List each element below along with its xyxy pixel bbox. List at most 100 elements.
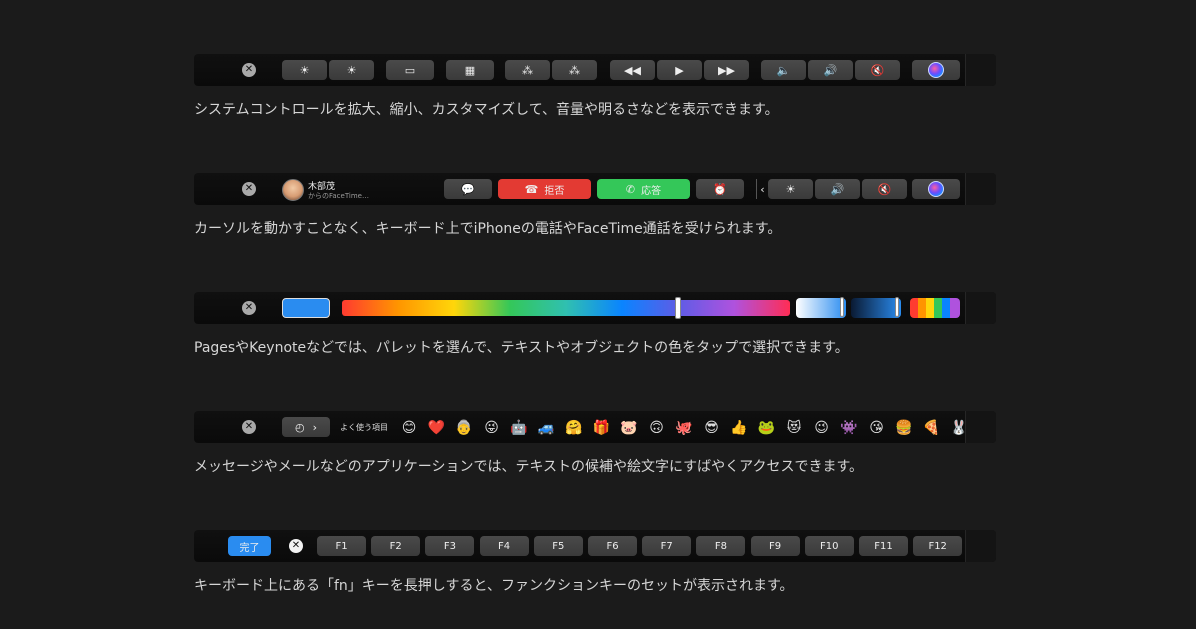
- brightness-up-key[interactable]: ☀: [329, 60, 374, 80]
- function-key-f4[interactable]: F4: [479, 536, 529, 556]
- alarm-clock-icon: ⏰: [713, 182, 727, 196]
- expand-control-strip-button[interactable]: ‹: [756, 179, 768, 199]
- function-key-f6[interactable]: F6: [588, 536, 637, 556]
- emoji-key[interactable]: 😘: [868, 420, 886, 436]
- tint-slider-thumb[interactable]: [840, 297, 844, 317]
- speech-bubble-icon: 💬: [461, 182, 475, 196]
- caller-subtitle: からのFaceTime…: [308, 192, 369, 200]
- volume-icon: 🔊: [830, 182, 845, 196]
- launchpad-key[interactable]: ▦: [446, 60, 494, 80]
- volume-up-key[interactable]: 🔊: [808, 60, 853, 80]
- frequently-used-label: よく使う項目: [340, 423, 388, 432]
- emoji-key[interactable]: 👵: [455, 420, 473, 436]
- caption: カーソルを動かすことなく、キーボード上でiPhoneの電話やFaceTime通話…: [194, 221, 782, 237]
- emoji-key[interactable]: 😻: [785, 420, 803, 436]
- hue-slider[interactable]: [342, 297, 790, 319]
- mission-control-key[interactable]: ▭: [386, 60, 434, 80]
- fast-forward-key[interactable]: ▶▶: [704, 60, 749, 80]
- caption: キーボード上にある「fn」キーを長押しすると、ファンクションキーのセットが表示さ…: [194, 578, 794, 594]
- emoji-key[interactable]: 🙃: [648, 420, 666, 436]
- emoji-key[interactable]: 😜: [483, 420, 501, 436]
- emoji-key[interactable]: 😊: [400, 420, 418, 436]
- touch-bar-call: ✕ 木部茂 からのFaceTime… 💬 ☎ 拒否 ✆ 応答 ⏰ ‹ ☀ 🔊 🔇: [194, 173, 996, 205]
- emoji-section: ✕ ◴ › よく使う項目 😊 ❤️ 👵 😜 🤖 🚙 🤗 🎁 🐷 🙃 🐙 😎 👍 🐸 😻 😉 👾 😘 🍔 🍕 🐰 メッセー…: [194, 411, 996, 475]
- function-key-f5[interactable]: F5: [533, 536, 583, 556]
- decline-button[interactable]: ☎ 拒否: [498, 179, 591, 199]
- emoji-category-button[interactable]: ◴ ›: [282, 417, 330, 437]
- emoji-key[interactable]: 🍕: [923, 420, 941, 436]
- done-label: 完了: [239, 542, 260, 554]
- emoji-key[interactable]: 🐷: [620, 420, 638, 436]
- close-icon[interactable]: ✕: [242, 182, 256, 196]
- siri-key[interactable]: [912, 60, 960, 80]
- shade-slider[interactable]: [851, 297, 901, 318]
- selected-color-swatch[interactable]: [282, 298, 330, 318]
- function-key-f8[interactable]: F8: [696, 536, 746, 556]
- function-key-f1[interactable]: F1: [317, 536, 366, 556]
- close-icon[interactable]: ✕: [242, 301, 256, 315]
- palette-button[interactable]: [910, 298, 960, 318]
- color-picker-section: ✕ PagesやKeynoteなどでは、パレットを選んで、テキストやオブジェクト…: [194, 292, 996, 356]
- done-button[interactable]: 完了: [228, 536, 271, 556]
- emoji-key[interactable]: 🐙: [675, 420, 693, 436]
- function-key-f11[interactable]: F11: [859, 536, 908, 556]
- function-key-f12[interactable]: F12: [913, 536, 963, 556]
- emoji-key[interactable]: 🐰: [950, 420, 968, 436]
- hue-slider-thumb[interactable]: [675, 297, 681, 319]
- emoji-key[interactable]: 🎁: [593, 420, 611, 436]
- mute-key[interactable]: 🔇: [855, 60, 900, 80]
- caption: PagesやKeynoteなどでは、パレットを選んで、テキストやオブジェクトの色…: [194, 340, 849, 356]
- close-icon[interactable]: ✕: [289, 539, 303, 553]
- play-key[interactable]: ▶: [657, 60, 702, 80]
- brightness-down-key[interactable]: ☀: [282, 60, 327, 80]
- caption: メッセージやメールなどのアプリケーションでは、テキストの候補や絵文字にすばやくア…: [194, 459, 864, 475]
- phone-icon: ✆: [625, 182, 636, 196]
- mute-icon: 🔇: [870, 63, 885, 77]
- function-key-f9[interactable]: F9: [750, 536, 800, 556]
- siri-key[interactable]: [912, 179, 960, 199]
- mute-key[interactable]: 🔇: [862, 179, 907, 199]
- touch-bar-color: ✕: [194, 292, 996, 324]
- brightness-down-icon: ☀: [299, 63, 310, 77]
- fast-forward-icon: ▶▶: [718, 63, 735, 77]
- keyboard-brightness-down-icon: ⁂: [522, 63, 533, 77]
- accept-button[interactable]: ✆ 応答: [597, 179, 690, 199]
- function-key-f2[interactable]: F2: [371, 536, 421, 556]
- play-icon: ▶: [675, 63, 684, 77]
- brightness-key[interactable]: ☀: [768, 179, 813, 199]
- volume-down-icon: 🔈: [776, 63, 791, 77]
- volume-key[interactable]: 🔊: [815, 179, 860, 199]
- keyboard-brightness-down-key[interactable]: ⁂: [505, 60, 550, 80]
- decline-label: 拒否: [544, 185, 565, 197]
- mission-control-icon: ▭: [404, 63, 416, 77]
- system-controls-section: ✕ ☀ ☀ ▭ ▦ ⁂ ⁂ ◀◀ ▶ ▶▶ 🔈 🔊 🔇 システムコントロールを拡…: [194, 54, 996, 118]
- function-key-f3[interactable]: F3: [425, 536, 475, 556]
- close-icon[interactable]: ✕: [242, 63, 256, 77]
- volume-down-key[interactable]: 🔈: [761, 60, 806, 80]
- emoji-key[interactable]: 🤖: [510, 420, 528, 436]
- touch-bar-fkeys: 完了 ✕ F1 F2 F3 F4 F5 F6 F7 F8 F9 F10 F11 F12: [194, 530, 996, 562]
- emoji-key[interactable]: 🐸: [758, 420, 776, 436]
- shade-slider-thumb[interactable]: [895, 297, 899, 317]
- accept-label: 応答: [641, 185, 662, 197]
- emoji-key[interactable]: 👾: [840, 420, 858, 436]
- rewind-key[interactable]: ◀◀: [610, 60, 655, 80]
- function-key-f10[interactable]: F10: [804, 536, 854, 556]
- function-key-f7[interactable]: F7: [642, 536, 692, 556]
- emoji-key[interactable]: 🚙: [538, 420, 556, 436]
- touch-bar-system: ✕ ☀ ☀ ▭ ▦ ⁂ ⁂ ◀◀ ▶ ▶▶ 🔈 🔊 🔇: [194, 54, 996, 86]
- touch-bar-emoji: ✕ ◴ › よく使う項目 😊 ❤️ 👵 😜 🤖 🚙 🤗 🎁 🐷 🙃 🐙 😎 👍 🐸 😻 😉 👾 😘 🍔 🍕 🐰: [194, 411, 996, 443]
- emoji-key[interactable]: 🍔: [895, 420, 913, 436]
- tint-slider[interactable]: [796, 297, 846, 318]
- emoji-key[interactable]: 😉: [813, 420, 831, 436]
- close-icon[interactable]: ✕: [242, 420, 256, 434]
- keyboard-brightness-up-key[interactable]: ⁂: [552, 60, 597, 80]
- emoji-key[interactable]: 👍: [730, 420, 748, 436]
- emoji-key[interactable]: 🤗: [565, 420, 583, 436]
- remind-me-button[interactable]: ⏰: [696, 179, 744, 199]
- emoji-key[interactable]: ❤️: [428, 420, 446, 436]
- message-button[interactable]: 💬: [444, 179, 492, 199]
- emoji-key[interactable]: 😎: [703, 420, 721, 436]
- hang-up-icon: ☎: [524, 182, 539, 196]
- launchpad-icon: ▦: [464, 63, 476, 77]
